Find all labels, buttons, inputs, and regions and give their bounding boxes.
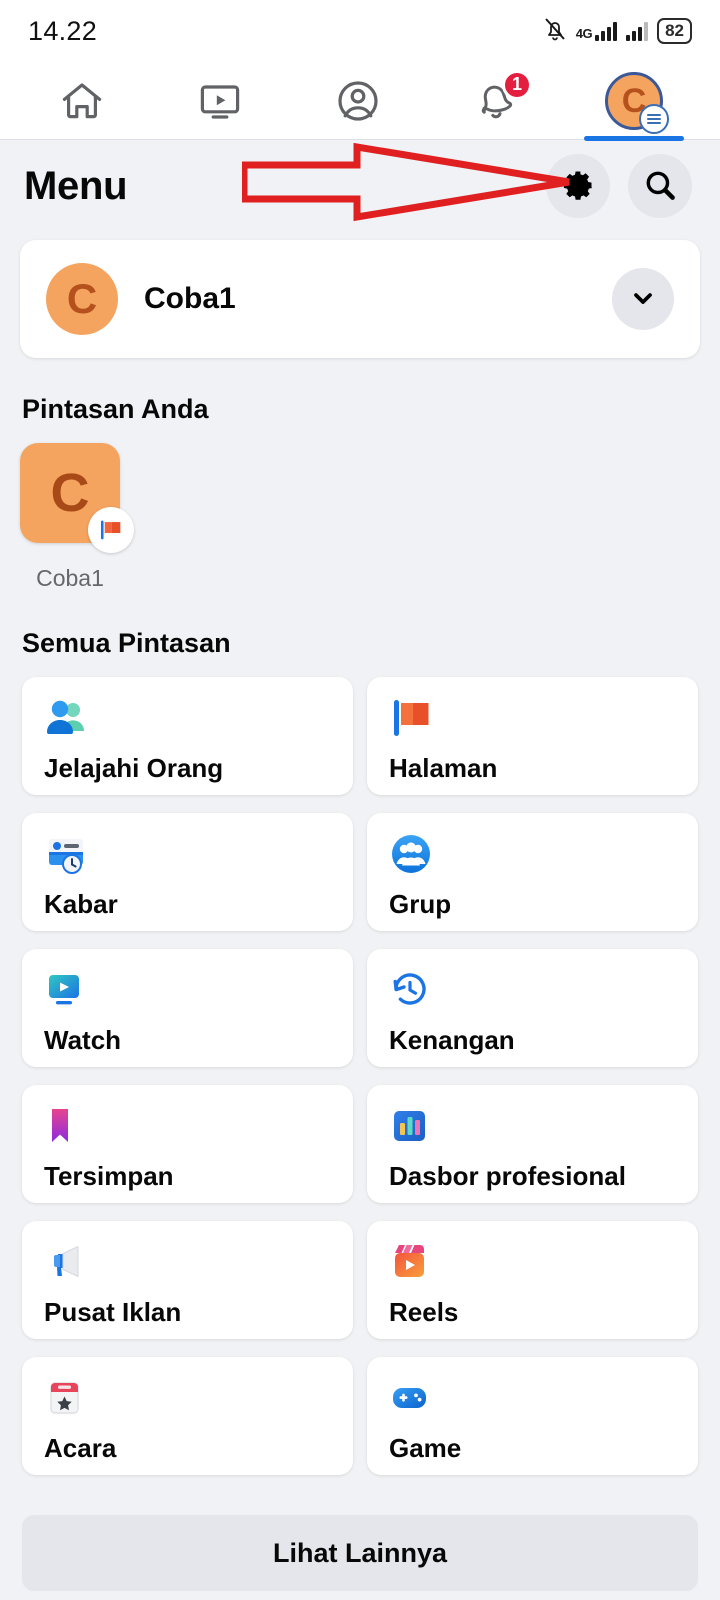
tile-label: Tersimpan xyxy=(44,1161,174,1191)
tile-kabar[interactable]: Kabar xyxy=(22,813,353,931)
gaming-controller-icon xyxy=(389,1375,698,1421)
reels-icon xyxy=(389,1239,698,1285)
tile-dasbor-profesional[interactable]: Dasbor profesional xyxy=(367,1085,698,1203)
tab-notifications[interactable]: 1 xyxy=(458,62,534,140)
shortcut-item[interactable]: C Coba1 xyxy=(20,443,134,592)
ads-megaphone-icon xyxy=(44,1239,353,1285)
avatar-menu-icon: C xyxy=(605,71,669,134)
profile-circle-icon xyxy=(334,77,382,125)
tile-label: Halaman xyxy=(389,753,498,783)
search-button[interactable] xyxy=(628,154,692,218)
news-feed-icon xyxy=(44,831,353,877)
friends-icon xyxy=(44,695,353,741)
tile-label: Acara xyxy=(44,1433,117,1463)
see-more-button[interactable]: Lihat Lainnya xyxy=(22,1515,698,1591)
account-avatar: C xyxy=(46,263,118,335)
bell-muted-icon xyxy=(543,16,567,47)
tile-watch[interactable]: Watch xyxy=(22,949,353,1067)
watch-monitor-icon xyxy=(44,967,353,1013)
settings-button[interactable] xyxy=(546,154,610,218)
account-card[interactable]: C Coba1 xyxy=(20,240,700,358)
shortcuts-grid: Jelajahi Orang Halaman Kabar Grup Watch … xyxy=(0,677,720,1475)
video-icon xyxy=(196,77,244,125)
shortcut-thumbnail: C xyxy=(20,443,134,553)
tile-label: Dasbor profesional xyxy=(389,1161,626,1191)
saved-bookmark-icon xyxy=(44,1103,353,1149)
tile-grup[interactable]: Grup xyxy=(367,813,698,931)
events-calendar-icon xyxy=(44,1375,353,1421)
tile-label: Kabar xyxy=(44,889,118,919)
tile-acara[interactable]: Acara xyxy=(22,1357,353,1475)
status-icons: 4G 82 xyxy=(543,16,692,47)
tile-label: Kenangan xyxy=(389,1025,515,1055)
home-icon xyxy=(58,77,106,125)
dashboard-chart-icon xyxy=(389,1103,698,1149)
tile-label: Game xyxy=(389,1433,462,1463)
tab-menu[interactable]: C xyxy=(584,62,684,141)
phone-screen: 14.22 4G 82 1 C Menu C Coba1 Pintasan An… xyxy=(0,0,720,1600)
page-title: Menu xyxy=(24,163,128,208)
menu-header: Menu xyxy=(0,140,720,232)
shortcut-initial: C xyxy=(50,463,90,523)
tile-jelajahi-orang[interactable]: Jelajahi Orang xyxy=(22,677,353,795)
tile-game[interactable]: Game xyxy=(367,1357,698,1475)
tile-label: Pusat Iklan xyxy=(44,1297,182,1327)
header-actions xyxy=(546,154,692,218)
tab-profile[interactable] xyxy=(320,62,396,140)
gear-icon xyxy=(560,167,596,206)
status-bar: 14.22 4G 82 xyxy=(0,0,720,62)
tile-label: Jelajahi Orang xyxy=(44,753,224,783)
status-clock: 14.22 xyxy=(28,15,98,46)
tab-home[interactable] xyxy=(44,62,120,140)
signal-4g-icon: 4G xyxy=(576,21,618,41)
tile-label: Grup xyxy=(389,889,452,919)
tile-tersimpan[interactable]: Tersimpan xyxy=(22,1085,353,1203)
tile-reels[interactable]: Reels xyxy=(367,1221,698,1339)
your-shortcuts-row: C Coba1 xyxy=(0,443,720,592)
top-navigation-bar: 1 C xyxy=(0,62,720,141)
tile-halaman[interactable]: Halaman xyxy=(367,677,698,795)
tile-pusat-iklan[interactable]: Pusat Iklan xyxy=(22,1221,353,1339)
tile-label: Reels xyxy=(389,1297,459,1327)
memories-clock-icon xyxy=(389,967,698,1013)
tile-label: Watch xyxy=(44,1025,122,1055)
account-name: Coba1 xyxy=(144,282,236,315)
signal-bars-icon xyxy=(626,21,649,41)
hamburger-badge-icon xyxy=(639,103,669,134)
page-flag-icon xyxy=(88,507,134,553)
shortcut-label: Coba1 xyxy=(36,565,104,591)
groups-icon xyxy=(389,831,698,877)
your-shortcuts-title: Pintasan Anda xyxy=(22,394,209,424)
chevron-down-icon xyxy=(629,284,657,315)
search-icon xyxy=(642,167,678,206)
notification-badge: 1 xyxy=(502,69,532,100)
tile-kenangan[interactable]: Kenangan xyxy=(367,949,698,1067)
account-expand-button[interactable] xyxy=(612,268,674,330)
all-shortcuts-title: Semua Pintasan xyxy=(22,628,231,658)
battery-icon: 82 xyxy=(657,18,692,44)
tab-video[interactable] xyxy=(182,62,258,140)
page-flag-icon xyxy=(389,695,698,741)
